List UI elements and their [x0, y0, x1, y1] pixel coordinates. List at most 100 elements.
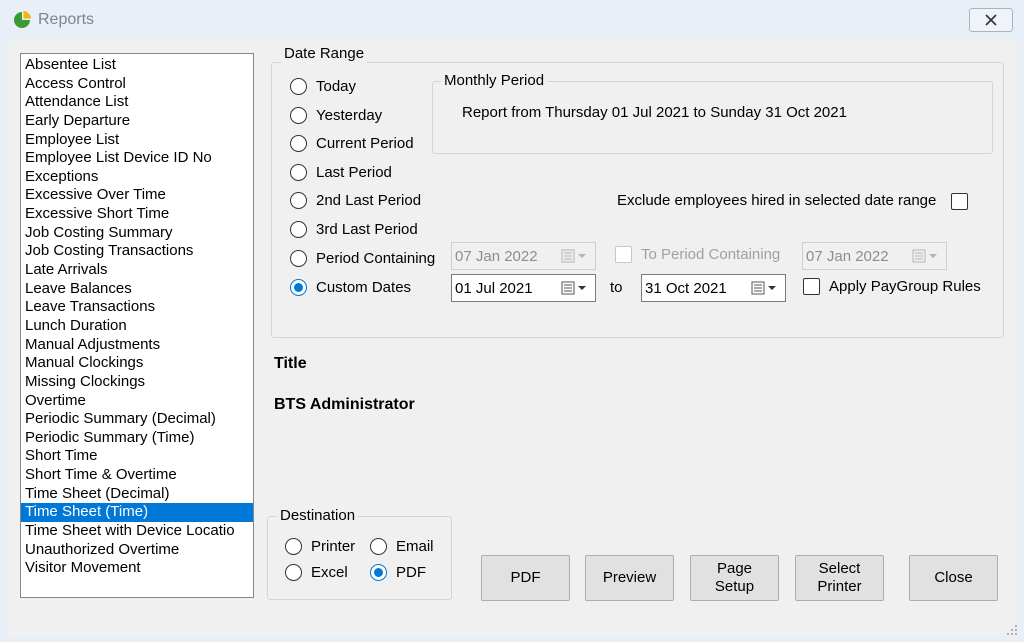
- radio-button[interactable]: [290, 191, 307, 209]
- calendar-dropdown-button[interactable]: [555, 243, 595, 269]
- page-setup-button[interactable]: Page Setup: [690, 555, 779, 601]
- radio-button[interactable]: [285, 537, 302, 555]
- radio-period-containing[interactable]: Period Containing: [290, 248, 435, 268]
- report-list-item[interactable]: Exceptions: [21, 168, 253, 187]
- report-list-item[interactable]: Time Sheet (Decimal): [21, 485, 253, 504]
- radio-label: Last Period: [316, 163, 392, 181]
- report-list-item[interactable]: Manual Clockings: [21, 354, 253, 373]
- radio-button[interactable]: [290, 134, 307, 152]
- report-list[interactable]: Absentee List Access Control Attendance Li…: [20, 53, 254, 598]
- radio-button[interactable]: [290, 220, 307, 238]
- to-period-containing-date-text: 07 Jan 2022: [806, 247, 889, 265]
- app-icon: [14, 11, 31, 28]
- radio-custom-dates[interactable]: Custom Dates: [290, 277, 411, 297]
- select-printer-button[interactable]: Select Printer: [795, 555, 884, 601]
- report-list-item[interactable]: Missing Clockings: [21, 373, 253, 392]
- title-value: BTS Administrator: [274, 396, 415, 413]
- report-list-item[interactable]: Time Sheet (Time): [21, 503, 253, 523]
- report-list-item[interactable]: Early Departure: [21, 112, 253, 131]
- report-list-item[interactable]: Late Arrivals: [21, 261, 253, 280]
- radio-pdf[interactable]: PDF: [370, 562, 426, 582]
- apply-paygroup-checkbox[interactable]: [803, 278, 820, 295]
- calendar-icon: [561, 281, 586, 295]
- destination-group: [267, 516, 452, 600]
- title-label: Title: [274, 355, 307, 372]
- resize-grip-icon[interactable]: [1006, 624, 1018, 636]
- radio-button[interactable]: [290, 163, 307, 181]
- report-list-item[interactable]: Job Costing Summary: [21, 224, 253, 243]
- radio-current-period[interactable]: Current Period: [290, 133, 414, 153]
- destination-legend: Destination: [277, 507, 359, 525]
- radio-button[interactable]: [370, 537, 387, 555]
- calendar-icon: [912, 249, 937, 263]
- report-list-item[interactable]: Leave Transactions: [21, 298, 253, 317]
- monthly-period-text: Report from Thursday 01 Jul 2021 to Sund…: [462, 104, 847, 121]
- radio-today[interactable]: Today: [290, 76, 356, 96]
- report-list-item[interactable]: Short Time: [21, 447, 253, 466]
- title-bar: Reports: [0, 0, 1024, 40]
- report-list-item[interactable]: Employee List Device ID No: [21, 149, 253, 168]
- report-list-item[interactable]: Excessive Short Time: [21, 205, 253, 224]
- radio-button[interactable]: [290, 249, 307, 267]
- radio-3rd-last-period[interactable]: 3rd Last Period: [290, 219, 418, 239]
- report-list-item[interactable]: Absentee List: [21, 56, 253, 75]
- to-period-containing-label: To Period Containing: [641, 246, 781, 263]
- radio-button[interactable]: [285, 563, 302, 581]
- calendar-dropdown-button[interactable]: [745, 275, 785, 301]
- report-list-item[interactable]: Unauthorized Overtime: [21, 541, 253, 560]
- radio-2nd-last-period[interactable]: 2nd Last Period: [290, 190, 421, 210]
- report-list-item[interactable]: Leave Balances: [21, 280, 253, 299]
- radio-label: Excel: [311, 563, 348, 581]
- radio-printer[interactable]: Printer: [285, 536, 355, 556]
- report-list-item[interactable]: Visitor Movement: [21, 559, 253, 578]
- radio-button[interactable]: [370, 563, 387, 581]
- radio-label: Today: [316, 77, 357, 95]
- period-containing-date-text: 07 Jan 2022: [455, 247, 538, 265]
- exclude-hired-checkbox[interactable]: [951, 193, 968, 210]
- radio-label: Period Containing: [316, 249, 436, 267]
- window-close-button[interactable]: [969, 8, 1013, 32]
- radio-email[interactable]: Email: [370, 536, 434, 556]
- report-list-item[interactable]: Access Control: [21, 75, 253, 94]
- report-list-item[interactable]: Overtime: [21, 392, 253, 411]
- period-containing-date-picker[interactable]: 07 Jan 2022: [451, 242, 596, 270]
- preview-button[interactable]: Preview: [585, 555, 674, 601]
- window-title: Reports: [38, 11, 95, 28]
- report-list-item[interactable]: Time Sheet with Device Locatio: [21, 522, 253, 541]
- to-period-containing-date-picker[interactable]: 07 Jan 2022: [802, 242, 947, 270]
- radio-button[interactable]: [290, 106, 307, 124]
- radio-label: Yesterday: [316, 106, 383, 124]
- radio-label: Current Period: [316, 134, 414, 152]
- custom-from-date-picker[interactable]: 01 Jul 2021: [451, 274, 596, 302]
- radio-label: 2nd Last Period: [316, 191, 422, 209]
- to-label: to: [610, 279, 623, 296]
- pdf-button[interactable]: PDF: [481, 555, 570, 601]
- report-list-item[interactable]: Short Time & Overtime: [21, 466, 253, 485]
- calendar-dropdown-button[interactable]: [906, 243, 946, 269]
- report-list-item[interactable]: Periodic Summary (Decimal): [21, 410, 253, 429]
- calendar-dropdown-button[interactable]: [555, 275, 595, 301]
- radio-yesterday[interactable]: Yesterday: [290, 105, 382, 125]
- radio-button[interactable]: [290, 77, 307, 95]
- close-button[interactable]: Close: [909, 555, 998, 601]
- date-range-legend: Date Range: [281, 45, 368, 63]
- report-list-item[interactable]: Excessive Over Time: [21, 186, 253, 205]
- close-icon: [985, 14, 997, 26]
- custom-to-date-picker[interactable]: 31 Oct 2021: [641, 274, 786, 302]
- radio-label: 3rd Last Period: [316, 220, 418, 238]
- to-period-containing-checkbox[interactable]: [615, 246, 632, 263]
- calendar-icon: [751, 281, 776, 295]
- custom-from-date-text: 01 Jul 2021: [455, 279, 533, 297]
- report-list-item[interactable]: Manual Adjustments: [21, 336, 253, 355]
- radio-excel[interactable]: Excel: [285, 562, 348, 582]
- radio-label: PDF: [396, 563, 426, 581]
- report-list-item[interactable]: Employee List: [21, 131, 253, 150]
- report-list-item[interactable]: Job Costing Transactions: [21, 242, 253, 261]
- custom-to-date-text: 31 Oct 2021: [645, 279, 727, 297]
- radio-label: Email: [396, 537, 434, 555]
- report-list-item[interactable]: Attendance List: [21, 93, 253, 112]
- radio-last-period[interactable]: Last Period: [290, 162, 392, 182]
- radio-button[interactable]: [290, 278, 307, 296]
- report-list-item[interactable]: Lunch Duration: [21, 317, 253, 336]
- report-list-item[interactable]: Periodic Summary (Time): [21, 429, 253, 448]
